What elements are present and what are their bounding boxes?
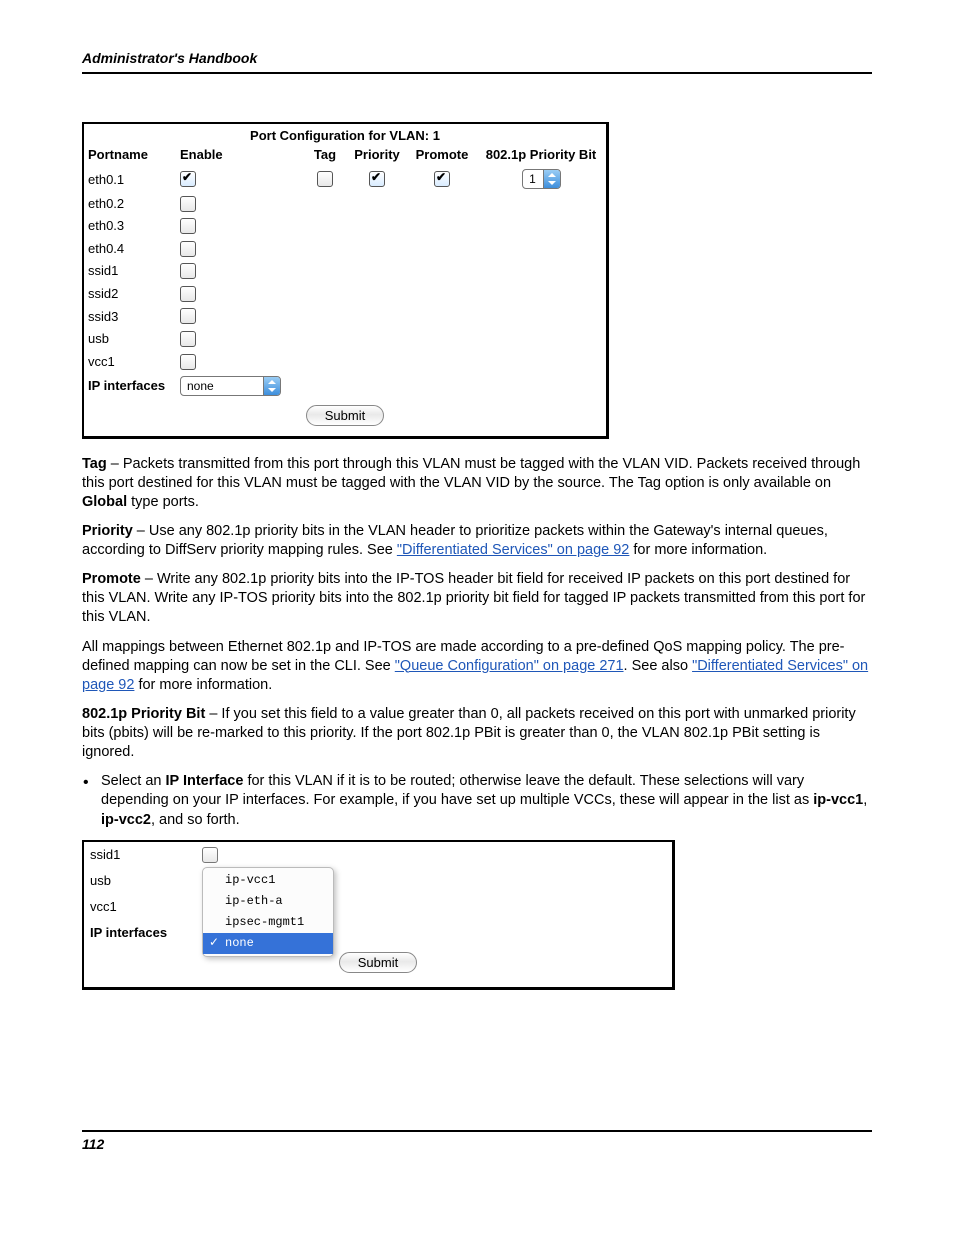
bullet-ip-interface: Select an IP Interface for this VLAN if … — [83, 772, 872, 829]
dropdown-option[interactable]: ipsec-mgmt1 — [203, 912, 333, 933]
port-config-panel: Port Configuration for VLAN: 1 Portname … — [82, 122, 609, 439]
port-name: eth0.1 — [84, 166, 176, 192]
ip-interface-panel: ssid1 usb vcc1 IP interfaces ip-vcc1 ip-… — [82, 840, 675, 990]
enable-checkbox[interactable] — [180, 171, 196, 187]
dropdown-option[interactable]: ip-eth-a — [203, 891, 333, 912]
page-number: 112 — [82, 1130, 872, 1152]
panel-title: Port Configuration for VLAN: 1 — [84, 124, 606, 145]
term-pbit: 802.1p Priority Bit — [82, 706, 205, 722]
col-enable: Enable — [176, 145, 304, 166]
ip-interfaces-value: none — [181, 377, 263, 395]
para-priority: Priority – Use any 802.1p priority bits … — [82, 522, 872, 560]
term-tag: Tag — [82, 456, 107, 472]
enable-checkbox[interactable] — [202, 847, 218, 863]
para-promote: Promote – Write any 802.1p priority bits… — [82, 570, 872, 627]
port-name: usb — [90, 873, 202, 888]
enable-checkbox[interactable] — [180, 241, 196, 257]
running-header: Administrator's Handbook — [82, 50, 872, 74]
submit-button[interactable]: Submit — [306, 405, 384, 426]
term-promote: Promote — [82, 571, 141, 587]
priority-checkbox[interactable] — [369, 171, 385, 187]
dropdown-option-selected[interactable]: none — [203, 933, 333, 954]
para-tag: Tag – Packets transmitted from this port… — [82, 455, 872, 512]
ip-interfaces-row: IP interfaces none — [84, 373, 606, 399]
ip-interfaces-row: IP interfaces ip-vcc1 ip-eth-a ipsec-mgm… — [84, 920, 672, 946]
enable-checkbox[interactable] — [180, 354, 196, 370]
stepper-icon — [543, 170, 560, 188]
port-name: vcc1 — [90, 899, 202, 914]
table-row: eth0.3 — [84, 215, 606, 238]
port-name: usb — [84, 327, 176, 350]
col-priority: Priority — [346, 145, 408, 166]
para-mapping: All mappings between Ethernet 802.1p and… — [82, 638, 872, 695]
port-name: eth0.3 — [84, 215, 176, 238]
list-item: usb — [84, 868, 672, 894]
port-name: vcc1 — [84, 350, 176, 373]
enable-checkbox[interactable] — [180, 263, 196, 279]
submit-button[interactable]: Submit — [339, 952, 417, 973]
priority-bit-select[interactable]: 1 — [522, 169, 561, 189]
list-item: vcc1 — [84, 894, 672, 920]
ip-interfaces-label: IP interfaces — [84, 373, 176, 399]
col-promote: Promote — [408, 145, 476, 166]
table-row: ssid2 — [84, 282, 606, 305]
port-name: ssid2 — [84, 282, 176, 305]
tag-checkbox[interactable] — [317, 171, 333, 187]
enable-checkbox[interactable] — [180, 308, 196, 324]
promote-checkbox[interactable] — [434, 171, 450, 187]
stepper-icon — [263, 377, 280, 395]
port-name: eth0.2 — [84, 192, 176, 215]
ip-interfaces-select[interactable]: none — [180, 376, 281, 396]
col-pbit: 802.1p Priority Bit — [476, 145, 606, 166]
table-row: eth0.1 1 — [84, 166, 606, 192]
priority-bit-value: 1 — [523, 170, 543, 188]
table-row: usb — [84, 327, 606, 350]
link-diffserv[interactable]: "Differentiated Services" on page 92 — [397, 542, 630, 558]
port-name: eth0.4 — [84, 237, 176, 260]
col-portname: Portname — [84, 145, 176, 166]
dropdown-option[interactable]: ip-vcc1 — [203, 870, 333, 891]
dropdown-menu: ip-vcc1 ip-eth-a ipsec-mgmt1 none — [202, 867, 334, 957]
port-name: ssid1 — [90, 847, 202, 862]
list-item: ssid1 — [84, 842, 672, 868]
table-row: vcc1 — [84, 350, 606, 373]
table-row: ssid3 — [84, 305, 606, 328]
port-name: ssid3 — [84, 305, 176, 328]
port-name: ssid1 — [84, 260, 176, 283]
enable-checkbox[interactable] — [180, 286, 196, 302]
link-queue-config[interactable]: "Queue Configuration" on page 271 — [395, 658, 624, 674]
ip-interfaces-label: IP interfaces — [90, 925, 202, 940]
port-config-table: Portname Enable Tag Priority Promote 802… — [84, 145, 606, 399]
term-priority: Priority — [82, 523, 133, 539]
para-pbit: 802.1p Priority Bit – If you set this fi… — [82, 705, 872, 762]
table-row: eth0.4 — [84, 237, 606, 260]
enable-checkbox[interactable] — [180, 331, 196, 347]
enable-checkbox[interactable] — [180, 218, 196, 234]
table-row: eth0.2 — [84, 192, 606, 215]
col-tag: Tag — [304, 145, 346, 166]
table-header: Portname Enable Tag Priority Promote 802… — [84, 145, 606, 166]
enable-checkbox[interactable] — [180, 196, 196, 212]
table-row: ssid1 — [84, 260, 606, 283]
